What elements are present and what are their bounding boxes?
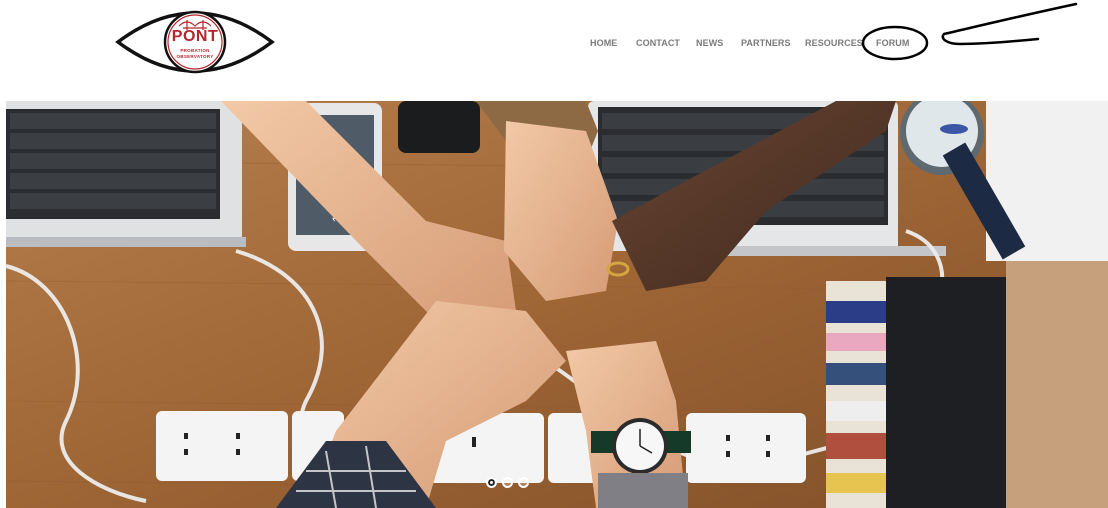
hero-slider: 10:24	[6, 101, 1108, 508]
nav-item-partners[interactable]: PARTNERS	[741, 38, 791, 48]
nav-item-resources[interactable]: RESOURCES	[805, 38, 863, 48]
nav-item-forum[interactable]: FORUM	[876, 38, 910, 48]
logo-wordmark: PONT	[171, 28, 219, 45]
book-stack	[826, 261, 1108, 508]
hero-image: 10:24	[6, 101, 1108, 508]
logo-subtitle-line2: OBSERVATORY	[176, 54, 214, 59]
nav-item-home[interactable]: HOME	[590, 38, 617, 48]
site-header: PONT PROBATION OBSERVATORY HOME CONTACT …	[0, 0, 1108, 100]
black-phone	[398, 101, 480, 153]
slide-dot-3[interactable]	[518, 477, 529, 488]
left-laptop	[6, 101, 246, 247]
logo-subtitle-line1: PROBATION	[180, 48, 210, 53]
slide-dot-2[interactable]	[502, 477, 513, 488]
nav-item-contact[interactable]: CONTACT	[636, 38, 680, 48]
site-logo[interactable]: PONT PROBATION OBSERVATORY	[115, 6, 275, 78]
nav-item-news[interactable]: NEWS	[696, 38, 723, 48]
slide-dot-1[interactable]	[486, 477, 497, 488]
